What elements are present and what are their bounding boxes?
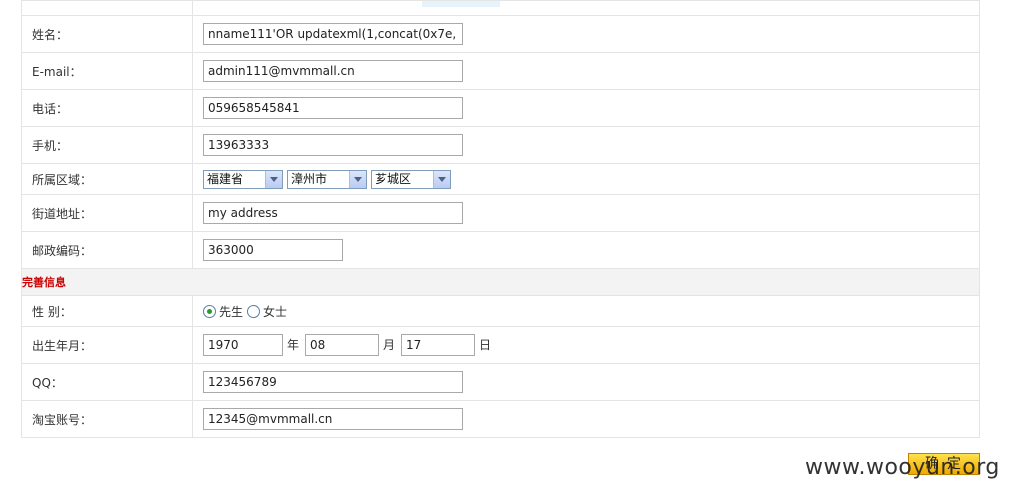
birth-day-input[interactable] xyxy=(401,334,476,356)
district-select[interactable]: 芗城区 xyxy=(371,169,451,189)
phone-label: 电话： xyxy=(21,89,193,127)
district-value: 芗城区 xyxy=(375,171,412,186)
gender-female-label: 女士 xyxy=(263,304,288,319)
taobao-row: 淘宝账号： xyxy=(21,400,980,438)
region-label: 所属区域： xyxy=(21,163,193,195)
section-title: 完善信息 xyxy=(21,268,980,296)
birth-year-input[interactable] xyxy=(203,334,283,356)
name-row: 姓名： xyxy=(21,15,980,53)
birth-month-input[interactable] xyxy=(305,334,380,356)
postcode-input[interactable] xyxy=(203,239,343,261)
taobao-input[interactable] xyxy=(203,408,463,430)
gender-female-radio[interactable] xyxy=(247,304,261,318)
profile-form: 姓名： E-mail： 电话： 手机： 所属区域： 福建省 漳州市 芗城区 街道… xyxy=(21,0,980,438)
qq-input[interactable] xyxy=(203,371,463,393)
phone-input[interactable] xyxy=(203,97,463,119)
year-unit: 年 xyxy=(287,338,300,352)
mobile-label: 手机： xyxy=(21,126,193,164)
name-input[interactable] xyxy=(203,23,463,45)
chevron-down-icon[interactable] xyxy=(265,170,282,188)
chevron-down-icon[interactable] xyxy=(433,170,450,188)
gender-male-label: 先生 xyxy=(219,304,244,319)
province-value: 福建省 xyxy=(207,171,244,186)
gender-label: 性 别： xyxy=(21,295,193,327)
street-input[interactable] xyxy=(203,202,463,224)
email-row: E-mail： xyxy=(21,52,980,90)
phone-row: 电话： xyxy=(21,89,980,127)
month-unit: 月 xyxy=(383,338,396,352)
postcode-row: 邮政编码： xyxy=(21,231,980,269)
gender-male-radio[interactable] xyxy=(203,304,216,318)
day-unit: 日 xyxy=(479,338,492,352)
qq-label: QQ： xyxy=(21,363,193,401)
email-input[interactable] xyxy=(203,60,463,82)
city-select[interactable]: 漳州市 xyxy=(287,169,367,189)
watermark-text: www.wooyun.org xyxy=(805,455,1000,480)
street-row: 街道地址： xyxy=(21,194,980,232)
postcode-label: 邮政编码： xyxy=(21,231,193,269)
section-header-row: 完善信息 xyxy=(21,268,980,296)
name-label: 姓名： xyxy=(21,15,193,53)
email-label: E-mail： xyxy=(21,52,193,90)
street-label: 街道地址： xyxy=(21,194,193,232)
mobile-input[interactable] xyxy=(203,134,463,156)
chevron-down-icon[interactable] xyxy=(349,170,366,188)
birth-label: 出生年月： xyxy=(21,326,193,364)
top-row xyxy=(21,0,980,16)
gender-row: 性 别： 先生 女士 xyxy=(21,295,980,327)
region-row: 所属区域： 福建省 漳州市 芗城区 xyxy=(21,163,980,195)
birth-row: 出生年月： 年 月 日 xyxy=(21,326,980,364)
qq-row: QQ： xyxy=(21,363,980,401)
city-value: 漳州市 xyxy=(291,171,328,186)
mobile-row: 手机： xyxy=(21,126,980,164)
taobao-label: 淘宝账号： xyxy=(21,400,193,438)
province-select[interactable]: 福建省 xyxy=(203,169,283,189)
